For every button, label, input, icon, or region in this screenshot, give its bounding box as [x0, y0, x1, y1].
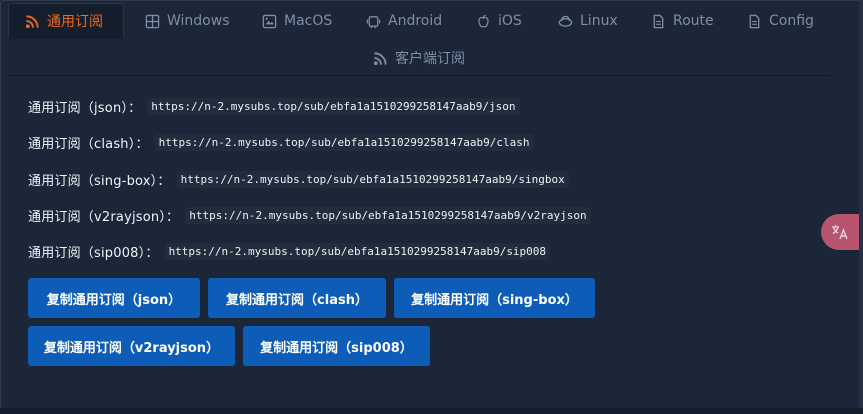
tab-windows[interactable]: Windows	[145, 3, 230, 39]
subscription-url[interactable]: https://n-2.mysubs.top/sub/ebfa1a1510299…	[176, 171, 569, 188]
subscription-url[interactable]: https://n-2.mysubs.top/sub/ebfa1a1510299…	[147, 98, 520, 115]
tab-client-subscription[interactable]: 客户端订阅	[373, 40, 465, 76]
tab-label: Windows	[167, 13, 230, 29]
subscription-row-sip008: 通用订阅（sip008）： https://n-2.mysubs.top/sub…	[28, 242, 551, 261]
copy-sip008-button[interactable]: 复制通用订阅（sip008）	[243, 326, 430, 366]
subscription-label: 通用订阅（sing-box）：	[28, 174, 171, 189]
copy-json-button[interactable]: 复制通用订阅（json）	[28, 278, 200, 318]
translate-button[interactable]	[821, 214, 859, 250]
subscription-row-clash: 通用订阅（clash）： https://n-2.mysubs.top/sub/…	[28, 133, 534, 152]
document-icon	[749, 14, 760, 28]
tab-label: Android	[388, 13, 443, 29]
tab-label: Route	[673, 13, 714, 29]
tab-label: 客户端订阅	[395, 51, 465, 67]
translate-icon	[832, 225, 848, 240]
subscription-url[interactable]: https://n-2.mysubs.top/sub/ebfa1a1510299…	[164, 243, 551, 260]
subscription-url[interactable]: https://n-2.mysubs.top/sub/ebfa1a1510299…	[185, 207, 591, 224]
copy-v2rayjson-button[interactable]: 复制通用订阅（v2rayjson）	[28, 326, 235, 366]
android-icon	[366, 15, 381, 28]
tab-config[interactable]: Config	[747, 3, 814, 39]
copy-clash-button[interactable]: 复制通用订阅（clash）	[208, 278, 386, 318]
subscription-label: 通用订阅（v2rayjson）：	[28, 210, 180, 225]
windows-icon	[145, 14, 160, 28]
subscription-label: 通用订阅（sip008）：	[28, 246, 159, 261]
tab-route[interactable]: Route	[651, 3, 714, 39]
macos-icon	[262, 14, 277, 28]
tab-label: MacOS	[284, 13, 333, 29]
subscription-row-v2rayjson: 通用订阅（v2rayjson）： https://n-2.mysubs.top/…	[28, 206, 591, 225]
tab-universal-subscription[interactable]: 通用订阅	[8, 3, 124, 39]
subscription-row-json: 通用订阅（json）： https://n-2.mysubs.top/sub/e…	[28, 97, 520, 116]
tab-macos[interactable]: MacOS	[262, 3, 332, 39]
tab-divider	[8, 75, 830, 76]
copy-singbox-button[interactable]: 复制通用订阅（sing-box）	[394, 278, 595, 318]
rss-icon	[373, 51, 387, 65]
tab-label: iOS	[498, 13, 522, 29]
tab-label: 通用订阅	[47, 14, 103, 30]
document-icon	[653, 14, 664, 28]
tab-label: Config	[769, 13, 814, 29]
subscription-row-singbox: 通用订阅（sing-box）： https://n-2.mysubs.top/s…	[28, 170, 569, 189]
tab-ios[interactable]: iOS	[476, 3, 522, 39]
tab-linux[interactable]: Linux	[558, 3, 618, 39]
tab-label: Linux	[580, 13, 618, 29]
apple-icon	[478, 14, 489, 27]
subscription-label: 通用订阅（clash）：	[28, 137, 149, 152]
tab-bar: 通用订阅 Windows MacOS Android iOS Linux Rou…	[0, 0, 863, 78]
rss-icon	[25, 14, 39, 28]
tab-android[interactable]: Android	[366, 3, 442, 39]
subscription-label: 通用订阅（json）：	[28, 101, 142, 116]
panel-bottom-edge	[0, 408, 863, 414]
subscription-url[interactable]: https://n-2.mysubs.top/sub/ebfa1a1510299…	[154, 134, 534, 151]
linux-icon	[558, 15, 573, 27]
